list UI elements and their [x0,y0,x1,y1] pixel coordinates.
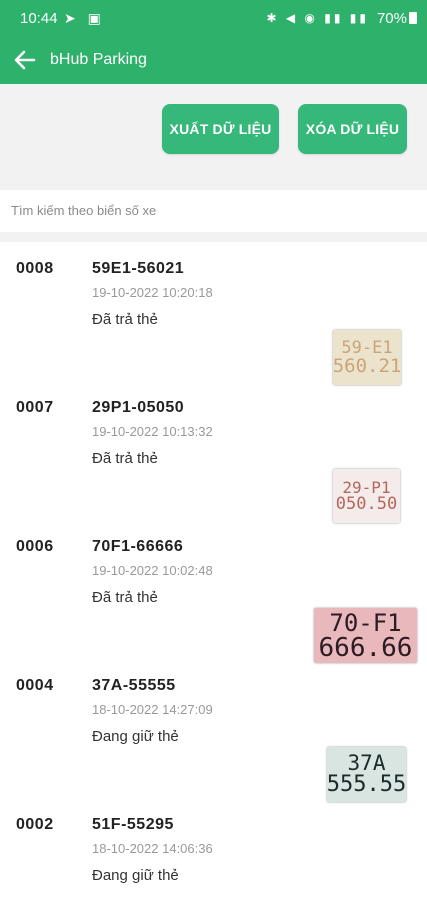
status-bar: 10:44 ➤ ▣ ✱ ◀︎ ◉ ▮▮ ▮▮ 70% [0,0,427,36]
back-arrow-icon[interactable] [12,47,38,73]
plate-photo[interactable]: 70-F1 666.66 [314,608,417,663]
plate-number: 59E1-56021 [92,260,185,277]
plate-photo[interactable]: 29-P1 050.50 [333,469,400,523]
plate-photo-line2: 050.50 [335,493,398,514]
plate-photo-line2: 555.55 [326,772,407,797]
plate-photo-line1: 70-F1 [329,608,402,637]
card-status: Đang giữ thẻ [92,728,179,745]
status-time: 10:44 [20,10,58,27]
app-title: bHub Parking [50,51,147,68]
record-timestamp: 19-10-2022 10:13:32 [92,424,213,439]
record-timestamp: 19-10-2022 10:02:48 [92,563,213,578]
card-status: Đã trả thẻ [92,311,158,328]
record-id: 0008 [16,260,54,277]
battery-icon [409,12,417,24]
plate-photo-line1: 59-E1 [341,337,393,358]
plate-photo-line2: 560.21 [332,354,402,377]
record-id: 0002 [16,816,54,833]
plate-number: 37A-55555 [92,677,176,694]
plate-photo-line2: 666.66 [318,632,413,663]
card-status: Đã trả thẻ [92,450,158,467]
record-id: 0004 [16,677,54,694]
plate-photo[interactable]: 59-E1 560.21 [333,330,401,385]
notification-icons: ➤ ▣ [64,10,105,26]
battery-indicator: 70% [377,10,417,27]
divider [0,232,427,242]
delete-data-button[interactable]: XÓA DỮ LIỆU [298,104,407,154]
export-data-button[interactable]: XUẤT DỮ LIỆU [162,104,279,154]
card-status: Đã trả thẻ [92,589,158,606]
list-item[interactable]: 0002 51F-55295 18-10-2022 14:06:36 Đang giữ… [0,798,427,900]
app-bar: bHub Parking [0,36,427,84]
connectivity-icons: ✱ ◀︎ ◉ ▮▮ ▮▮ [266,11,369,25]
plate-number: 70F1-66666 [92,538,184,555]
plate-photo[interactable]: 37A 555.55 [327,747,406,802]
record-timestamp: 19-10-2022 10:20:18 [92,285,213,300]
record-timestamp: 18-10-2022 14:06:36 [92,841,213,856]
record-id: 0006 [16,538,54,555]
plate-photo-line1: 37A [347,751,386,775]
record-timestamp: 18-10-2022 14:27:09 [92,702,213,717]
parking-record-list: 0008 59E1-56021 19-10-2022 10:20:18 Đã trả … [0,242,427,900]
record-id: 0007 [16,399,54,416]
battery-percent: 70% [376,10,407,27]
plate-search-input[interactable] [11,203,411,218]
search-bar [0,190,427,232]
action-bar: XUẤT DỮ LIỆU XÓA DỮ LIỆU [0,84,427,190]
plate-number: 51F-55295 [92,816,174,833]
card-status: Đang giữ thẻ [92,867,179,884]
plate-number: 29P1-05050 [92,399,185,416]
